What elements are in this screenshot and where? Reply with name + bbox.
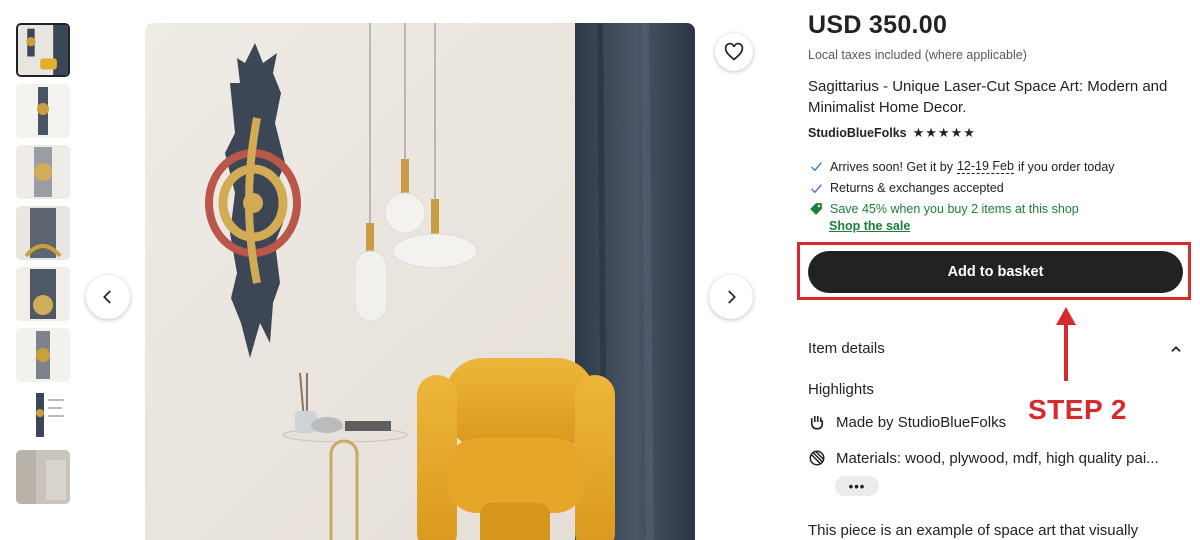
next-image-button[interactable] — [709, 275, 753, 319]
materials-text: Materials: wood, plywood, mdf, high qual… — [836, 449, 1159, 467]
more-highlights-button[interactable]: ••• — [835, 476, 879, 496]
materials-icon — [808, 449, 828, 467]
shop-name-link[interactable]: StudioBlueFolks — [808, 126, 907, 140]
delivery-estimate: Arrives soon! Get it by 12-19 Feb if you… — [808, 159, 1115, 174]
heart-icon — [724, 42, 744, 61]
step-highlight-box — [797, 242, 1191, 300]
thumbnail-7[interactable] — [16, 389, 70, 443]
made-by-row: Made by StudioBlueFolks — [808, 413, 1006, 431]
thumbnail-4[interactable] — [16, 206, 70, 260]
thumbnail-5[interactable] — [16, 267, 70, 321]
shop-rating-row: StudioBlueFolks ★★★★★ — [808, 125, 976, 141]
rating-stars[interactable]: ★★★★★ — [913, 125, 976, 141]
arrives-suffix: if you order today — [1017, 159, 1115, 174]
description-text: This piece is an example of space art th… — [808, 522, 1139, 539]
arrow-up-icon — [1056, 307, 1076, 381]
item-details-toggle[interactable]: Item details — [808, 340, 1183, 357]
highlights-heading: Highlights — [808, 381, 874, 398]
arrives-prefix: Arrives soon! Get it by — [830, 159, 953, 174]
thumbnail-8[interactable] — [16, 450, 70, 504]
hand-icon — [808, 413, 828, 431]
favorite-button[interactable] — [715, 33, 753, 71]
step-label: STEP 2 — [1028, 394, 1127, 425]
item-details-title: Item details — [808, 340, 885, 357]
returns-info: Returns & exchanges accepted — [808, 181, 1004, 195]
chevron-up-icon — [1171, 345, 1181, 352]
cropped-top-text — [808, 0, 811, 6]
sale-text: Save 45% when you buy 2 items at this sh… — [830, 202, 1079, 216]
thumbnail-6[interactable] — [16, 328, 70, 382]
made-by-shop-link[interactable]: StudioBlueFolks — [898, 414, 1006, 431]
previous-image-button[interactable] — [86, 275, 130, 319]
taxes-note: Local taxes included (where applicable) — [808, 48, 1027, 62]
product-price: USD 350.00 — [808, 11, 948, 39]
thumbnail-3[interactable] — [16, 145, 70, 199]
made-by-prefix: Made by — [836, 413, 894, 431]
product-main-image — [145, 23, 695, 540]
returns-text: Returns & exchanges accepted — [830, 181, 1004, 195]
materials-row: Materials: wood, plywood, mdf, high qual… — [808, 449, 1180, 467]
shop-the-sale-link[interactable]: Shop the sale — [829, 219, 910, 233]
check-icon — [808, 182, 824, 195]
thumbnail-2[interactable] — [16, 84, 70, 138]
chevron-right-icon — [728, 290, 736, 304]
arrives-date[interactable]: 12-19 Feb — [956, 159, 1014, 174]
sale-info: Save 45% when you buy 2 items at this sh… — [808, 202, 1079, 216]
chevron-left-icon — [103, 290, 111, 304]
check-icon — [808, 160, 824, 173]
tag-icon — [808, 202, 824, 216]
thumbnail-list — [16, 23, 70, 511]
product-title: Sagittarius - Unique Laser-Cut Space Art… — [808, 78, 1168, 116]
thumbnail-1[interactable] — [16, 23, 70, 77]
